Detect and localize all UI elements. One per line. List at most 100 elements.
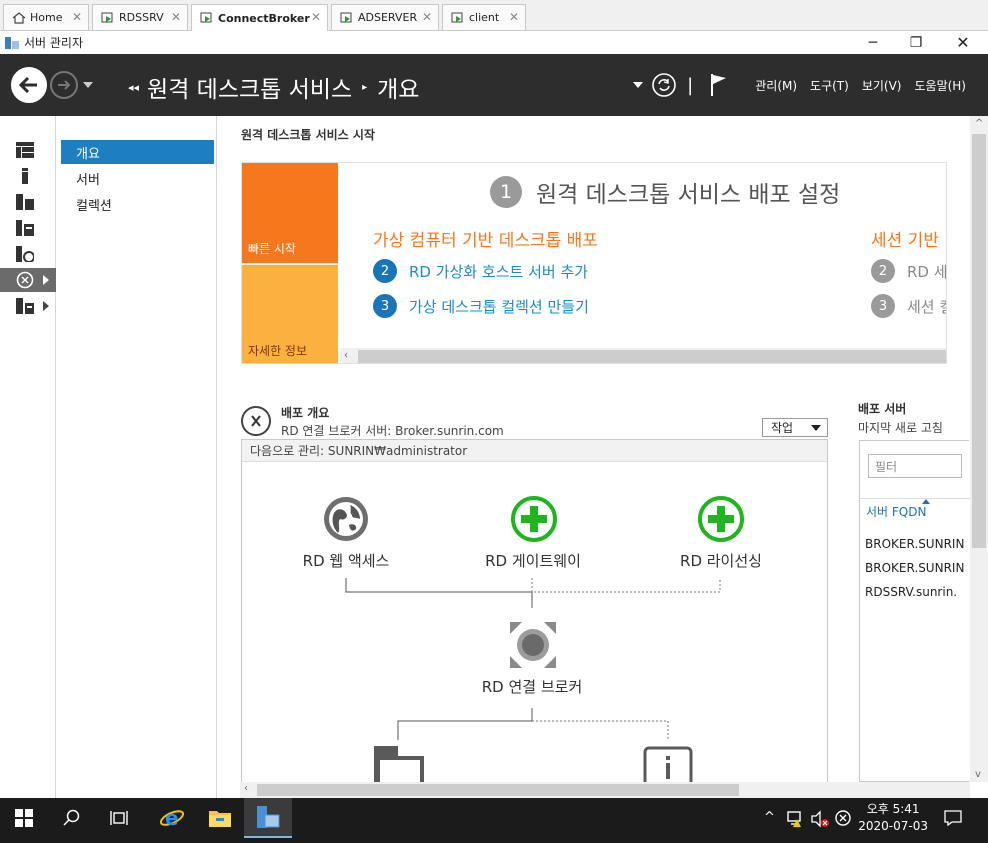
server-manager-button[interactable] [244,798,292,838]
menu-view[interactable]: 보기(V) [862,77,902,94]
step-link[interactable]: 가상 데스크톱 컬렉션 만들기 [409,296,589,317]
step-create-vdi-collection[interactable]: 3 가상 데스크톱 컬렉션 만들기 [373,294,589,318]
step-number: 2 [373,259,397,283]
tab-rdssrv[interactable]: RDSSRV ✕ [92,4,188,30]
servers-title: 배포 서버 [858,402,907,416]
tab-home[interactable]: Home ✕ [3,4,89,30]
tab-client[interactable]: client ✕ [442,4,526,30]
search-button[interactable] [48,798,96,838]
tab-adserver[interactable]: ADSERVER ✕ [331,4,439,30]
forward-button[interactable] [50,71,78,99]
breadcrumb-back-icon[interactable]: ◂◂ [128,81,139,94]
subnav-collections[interactable]: 컬렉션 [61,192,214,216]
rd-web-access-icon[interactable] [322,495,370,543]
step-number: 3 [373,294,397,318]
menu-help[interactable]: 도움말(H) [914,77,966,94]
rail-remote-desktop[interactable] [0,268,56,292]
learn-more-tile[interactable]: 자세한 정보 [242,265,338,363]
file-explorer-button[interactable] [196,798,244,838]
tab-label: ConnectBroker [218,11,310,25]
iis-icon [16,246,34,262]
breadcrumb-page: 개요 [377,77,420,103]
scrollbar-thumb[interactable] [358,350,946,363]
add-rd-licensing-icon[interactable] [697,495,745,543]
step-session-2: 2 RD 세 [871,259,946,283]
close-icon[interactable]: ✕ [422,10,432,24]
tab-connectbroker[interactable]: ConnectBroker ✕ [191,4,328,31]
vm-icon [101,12,113,22]
deployment-diagram: 다음으로 관리: SUNRIN₩administrator RD 웹 액세스 R… [241,439,828,782]
arrow-right-icon [58,80,71,90]
rail-all-servers[interactable] [0,190,56,214]
horizontal-scrollbar[interactable]: ‹ [240,782,970,798]
step-add-virtualization-host[interactable]: 2 RD 가상화 호스트 서버 추가 [373,259,588,283]
rd-virtualization-host-icon[interactable] [374,746,424,782]
refresh-dropdown-icon[interactable] [633,81,644,89]
deployment-subtitle: RD 연결 브로커 서버: Broker.sunrin.com [281,424,504,438]
expand-arrow-icon[interactable] [43,275,49,285]
scrollbar-thumb[interactable] [257,784,739,796]
chevron-down-icon [811,425,821,431]
tasks-button[interactable]: 작업 [762,418,828,437]
refresh-icon[interactable] [651,72,677,98]
scrollbar-thumb[interactable] [972,134,986,548]
remote-desktop-icon [241,406,271,436]
filter-input[interactable]: 필터 [868,454,962,478]
close-icon[interactable]: ✕ [509,10,519,24]
close-window-button[interactable]: ✕ [940,31,986,54]
back-button[interactable] [11,67,47,103]
quickstart-tile[interactable]: 빠른 시작 [242,163,338,263]
chevron-up-icon[interactable]: ^ [764,810,775,825]
volume-muted-icon[interactable] [810,810,830,828]
file-storage-icon [16,220,34,236]
taskbar: e ^ 오후 5:41 2020-07-03 [0,798,988,843]
clock-time: 오후 5:41 [866,802,920,816]
rail-file-storage[interactable] [0,216,56,240]
step-number: 1 [490,176,522,208]
rail-dashboard[interactable] [0,138,56,162]
system-clock[interactable]: 오후 5:41 2020-07-03 [858,801,928,835]
vertical-scrollbar[interactable]: ^ v [970,116,988,782]
rail-iis[interactable] [0,242,56,266]
network-warning-icon[interactable] [786,810,806,828]
close-circle-icon[interactable] [835,810,851,826]
subnav-overview[interactable]: 개요 [61,140,214,164]
task-view-button[interactable] [96,798,144,838]
folder-icon [209,811,231,827]
scroll-left-icon[interactable]: ‹ [244,783,248,794]
subnav-servers[interactable]: 서버 [61,166,214,190]
start-button[interactable] [0,798,48,838]
close-icon[interactable]: ✕ [72,10,82,24]
notifications-icon[interactable] [944,810,962,826]
rail-local-server[interactable] [0,164,56,188]
history-dropdown-icon[interactable] [83,82,93,89]
table-row[interactable]: BROKER.SUNRIN [865,537,964,551]
step-1-label: 원격 데스크톱 서비스 배포 설정 [536,182,841,208]
column-server-fqdn[interactable]: 서버 FQDN [866,503,926,520]
deployment-servers-panel: 배포 서버 마지막 새로 고침 필터 서버 FQDN BROKER.SUNRIN… [858,400,970,782]
add-rd-gateway-icon[interactable] [510,495,558,543]
rd-connection-broker-icon[interactable] [508,620,558,670]
window-title: 서버 관리자 [24,36,84,50]
step-link[interactable]: RD 가상화 호스트 서버 추가 [409,261,588,282]
info-icon[interactable] [643,746,693,782]
scroll-up-icon[interactable]: ^ [975,118,983,129]
menu-tools[interactable]: 도구(T) [810,77,849,94]
close-icon[interactable]: ✕ [311,10,321,24]
quickstart-scrollbar[interactable]: ‹ [340,348,946,363]
expand-arrow-icon[interactable] [43,301,49,311]
minimize-button[interactable]: ─ [850,31,896,54]
sub-nav: 개요 서버 컬렉션 [57,116,217,798]
table-row[interactable]: BROKER.SUNRIN [865,561,964,575]
scroll-down-icon[interactable]: v [975,769,981,780]
breadcrumb-root[interactable]: 원격 데스크톱 서비스 [147,70,352,104]
maximize-button[interactable]: ❐ [893,31,939,54]
scroll-left-icon[interactable]: ‹ [344,350,348,361]
rd-connection-broker-label: RD 연결 브로커 [481,678,583,696]
menu-manage[interactable]: 관리(M) [755,77,797,94]
internet-explorer-button[interactable]: e [148,798,196,838]
close-icon[interactable]: ✕ [171,10,181,24]
notifications-flag-icon[interactable] [709,72,729,98]
rail-wsus[interactable] [0,294,56,318]
table-row[interactable]: RDSSRV.sunrin. [865,585,957,599]
